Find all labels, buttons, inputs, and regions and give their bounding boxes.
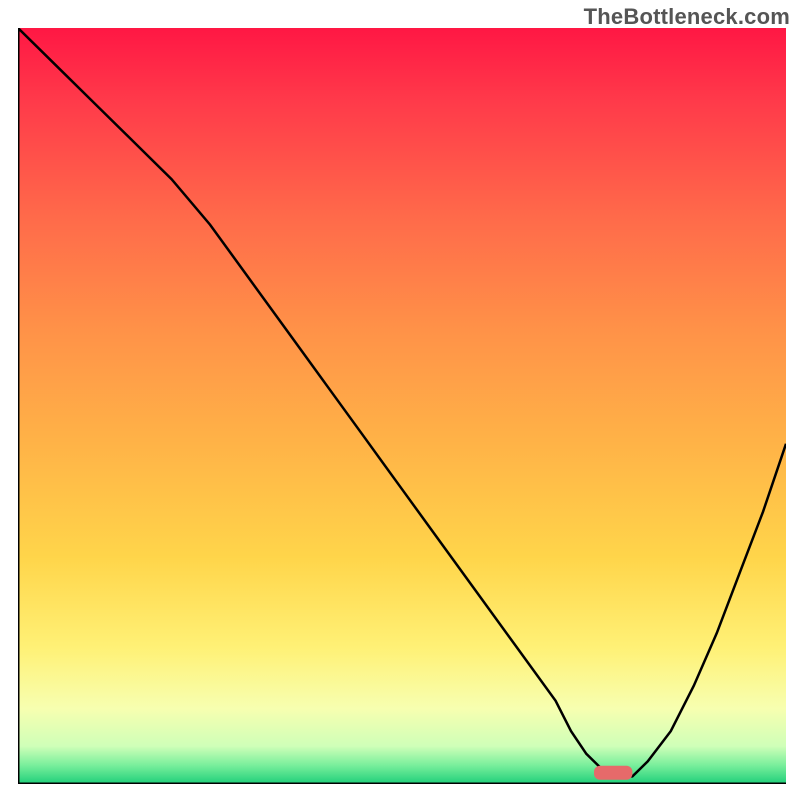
- chart-area: [18, 28, 786, 784]
- optimal-marker: [594, 766, 632, 780]
- chart-overlay: [18, 28, 786, 784]
- watermark-label: TheBottleneck.com: [584, 4, 790, 30]
- bottleneck-curve: [18, 28, 786, 776]
